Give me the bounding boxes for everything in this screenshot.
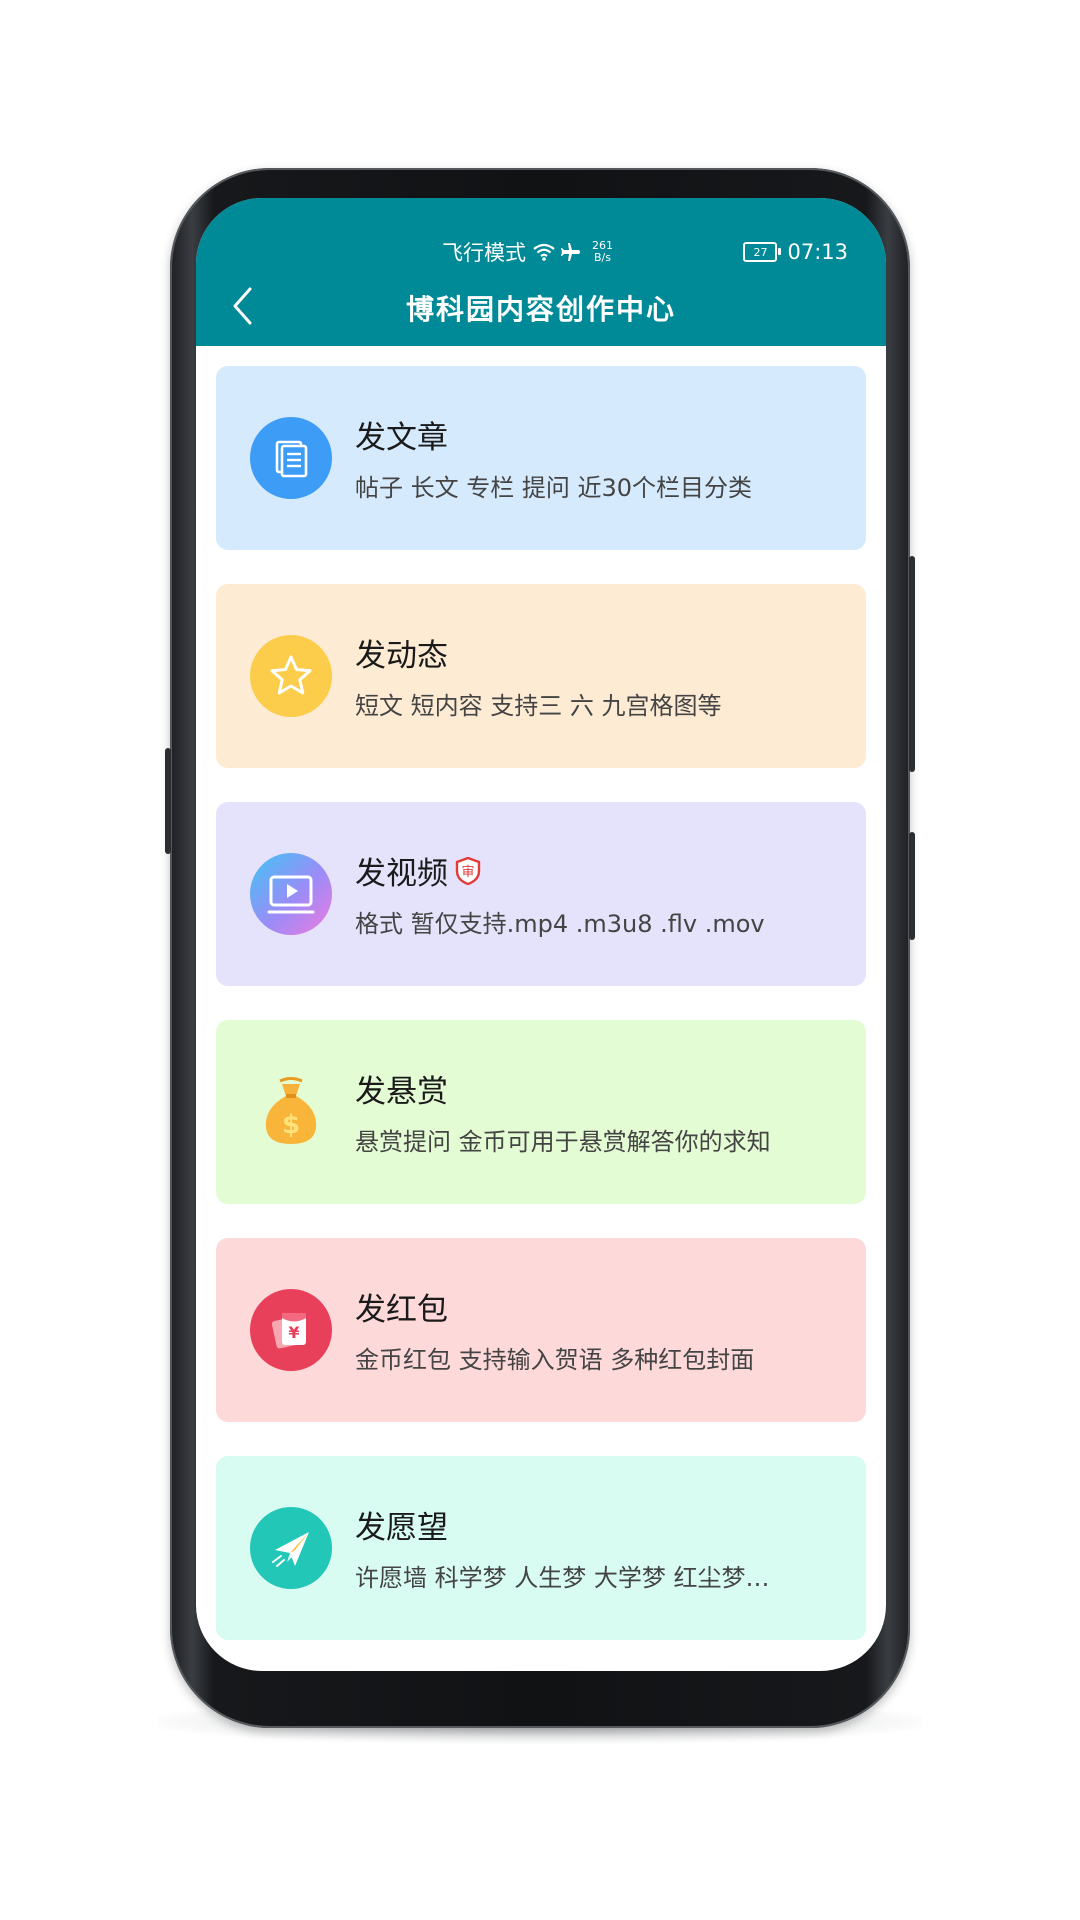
volume-button	[165, 748, 171, 854]
card-title-text: 发文章	[355, 420, 448, 456]
app-screen: 飞行模式 261 B/s 27 07:13 博科园内容创作中心 发文章 帖子 长…	[196, 198, 886, 1671]
network-speed: 261 B/s	[592, 240, 613, 264]
battery-level: 27	[753, 245, 768, 259]
star-icon	[250, 635, 332, 717]
side-button	[909, 832, 915, 940]
card-title-text: 发悬赏	[355, 1074, 448, 1110]
card-description: 帖子 长文 专栏 提问 近30个栏目分类	[355, 474, 753, 502]
post-bounty-card[interactable]: $ 发悬赏 悬赏提问 金币可用于悬赏解答你的求知	[216, 1020, 866, 1204]
card-title-text: 发红包	[355, 1292, 448, 1328]
post-video-card[interactable]: 发视频 审 格式 暂仅支持.mp4 .m3u8 .flv .mov	[216, 802, 866, 986]
status-time: 07:13	[787, 240, 848, 264]
status-bar-right: 27 07:13	[743, 236, 848, 268]
video-play-icon	[250, 853, 332, 935]
card-title: 发悬赏	[355, 1066, 448, 1111]
post-red-envelope-card[interactable]: ¥ 发红包 金币红包 支持输入贺语 多种红包封面	[216, 1238, 866, 1422]
page-title: 博科园内容创作中心	[405, 293, 676, 326]
card-title-text: 发愿望	[355, 1510, 448, 1546]
red-envelope-icon: ¥	[250, 1289, 332, 1371]
card-title-text: 发动态	[355, 638, 448, 674]
money-bag-icon: $	[250, 1071, 332, 1153]
device-mockup: 飞行模式 261 B/s 27 07:13 博科园内容创作中心 发文章 帖子 长…	[0, 0, 1080, 1920]
power-button	[909, 556, 915, 772]
card-description: 金币红包 支持输入贺语 多种红包封面	[355, 1346, 755, 1374]
airplane-mode-label: 飞行模式	[442, 241, 526, 265]
paper-plane-icon	[250, 1507, 332, 1589]
card-description: 悬赏提问 金币可用于悬赏解答你的求知	[355, 1128, 771, 1156]
card-title: 发动态	[355, 630, 448, 675]
review-badge-text: 审	[461, 865, 474, 880]
card-title-text: 发视频	[355, 856, 448, 892]
post-moment-card[interactable]: 发动态 短文 短内容 支持三 六 九宫格图等	[216, 584, 866, 768]
review-badge-icon: 审	[454, 856, 482, 886]
post-article-card[interactable]: 发文章 帖子 长文 专栏 提问 近30个栏目分类	[216, 366, 866, 550]
post-wish-card[interactable]: 发愿望 许愿墙 科学梦 人生梦 大学梦 红尘梦…	[216, 1456, 866, 1640]
card-description: 格式 暂仅支持.mp4 .m3u8 .flv .mov	[355, 910, 765, 938]
network-speed-unit: B/s	[594, 251, 611, 264]
card-title: 发愿望	[355, 1502, 448, 1547]
svg-text:$: $	[282, 1110, 300, 1140]
card-description: 短文 短内容 支持三 六 九宫格图等	[355, 692, 722, 720]
wifi-icon	[532, 242, 556, 262]
create-options-list: 发文章 帖子 长文 专栏 提问 近30个栏目分类 发动态 短文 短内容 支持三 …	[216, 366, 866, 1671]
airplane-icon	[560, 241, 582, 263]
document-icon	[250, 417, 332, 499]
card-description: 许愿墙 科学梦 人生梦 大学梦 红尘梦…	[355, 1564, 770, 1592]
card-title: 发文章	[355, 412, 448, 457]
card-title: 发视频 审	[355, 848, 482, 893]
battery-icon: 27	[743, 242, 782, 262]
status-bar-left: 飞行模式 261 B/s	[442, 236, 613, 268]
card-title: 发红包	[355, 1284, 448, 1329]
app-header: 飞行模式 261 B/s 27 07:13 博科园内容创作中心	[196, 198, 886, 346]
svg-text:¥: ¥	[288, 1323, 299, 1342]
